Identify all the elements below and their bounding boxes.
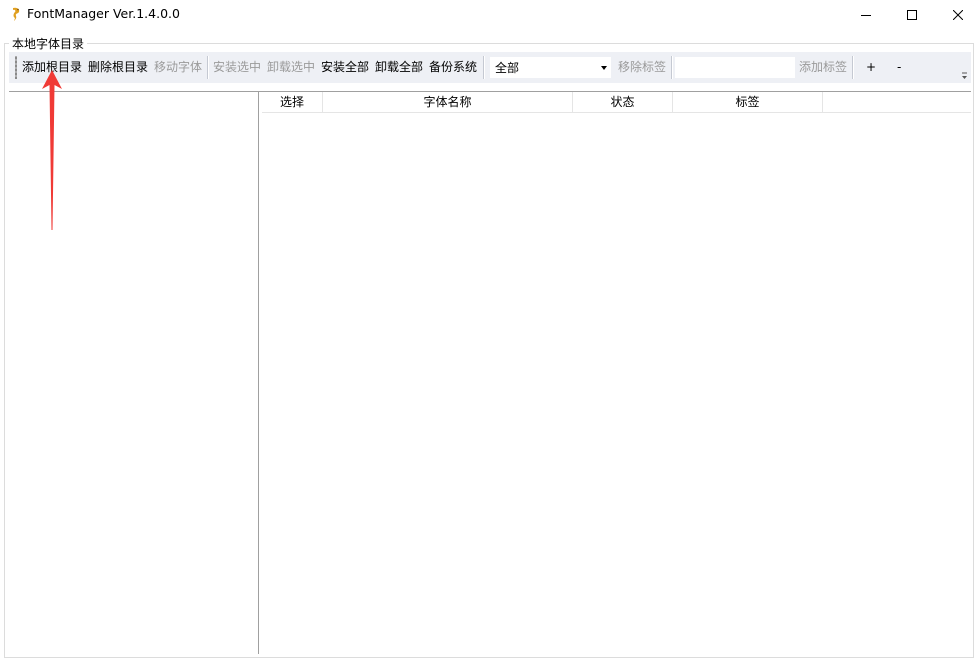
install-all-button[interactable]: 安装全部 bbox=[321, 52, 369, 83]
toolbar-separator bbox=[207, 56, 209, 79]
toolbar-separator bbox=[671, 56, 673, 79]
minimize-icon bbox=[861, 15, 871, 16]
group-title: 本地字体目录 bbox=[9, 35, 88, 52]
maximize-icon bbox=[907, 10, 917, 20]
backup-system-button[interactable]: 备份系统 bbox=[429, 52, 477, 83]
dropdown-arrow-icon bbox=[601, 66, 607, 70]
column-header-select[interactable]: 选择 bbox=[262, 92, 323, 112]
maximize-button[interactable] bbox=[889, 0, 935, 30]
tag-filter-value: 全部 bbox=[495, 61, 520, 75]
title-bar: FontManager Ver.1.4.0.0 bbox=[0, 0, 979, 30]
tag-name-input[interactable] bbox=[675, 57, 795, 78]
red-annotation-arrow-icon bbox=[42, 70, 62, 230]
toolbar-overflow-icon[interactable] bbox=[961, 72, 968, 80]
panel-splitter[interactable] bbox=[258, 92, 259, 654]
toolbar-grip-handle[interactable] bbox=[15, 56, 17, 79]
toolbar: 添加根目录 删除根目录 移动字体 安装选中 卸载选中 安装全部 卸载全部 备份系… bbox=[9, 52, 971, 83]
delete-root-button[interactable]: 删除根目录 bbox=[88, 52, 148, 83]
toolbar-separator bbox=[852, 56, 854, 79]
window-title: FontManager Ver.1.4.0.0 bbox=[27, 6, 180, 21]
toolbar-separator bbox=[483, 56, 485, 79]
install-selected-button[interactable]: 安装选中 bbox=[213, 52, 261, 83]
dragon-app-icon bbox=[13, 7, 20, 22]
column-header-status[interactable]: 状态 bbox=[573, 92, 673, 112]
move-font-button[interactable]: 移动字体 bbox=[154, 52, 202, 83]
close-icon bbox=[953, 10, 963, 20]
add-tag-button[interactable]: 添加标签 bbox=[799, 52, 847, 83]
tag-filter-dropdown[interactable]: 全部 bbox=[490, 57, 611, 78]
column-header-font-name[interactable]: 字体名称 bbox=[323, 92, 573, 112]
remove-tag-button[interactable]: 移除标签 bbox=[618, 52, 666, 83]
minimize-button[interactable] bbox=[843, 0, 889, 30]
font-list-panel[interactable]: 选择 字体名称 状态 标签 bbox=[262, 92, 971, 654]
zoom-plus-button[interactable]: + bbox=[866, 52, 876, 83]
column-header-tags[interactable]: 标签 bbox=[673, 92, 823, 112]
uninstall-all-button[interactable]: 卸载全部 bbox=[375, 52, 423, 83]
close-button[interactable] bbox=[935, 0, 979, 30]
uninstall-selected-button[interactable]: 卸载选中 bbox=[267, 52, 315, 83]
font-list-header: 选择 字体名称 状态 标签 bbox=[262, 92, 971, 113]
zoom-minus-button[interactable]: - bbox=[897, 52, 901, 83]
